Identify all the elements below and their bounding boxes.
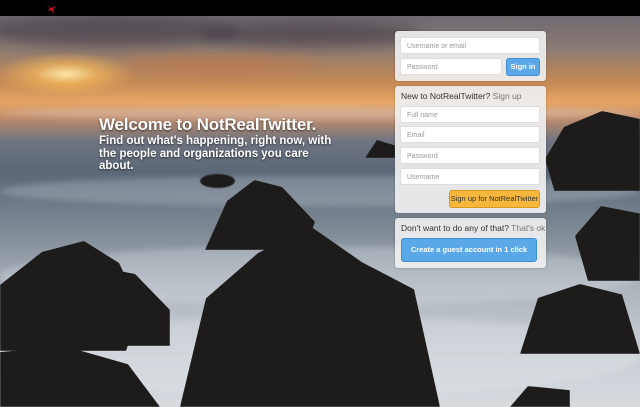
guest-heading-text: Don't want to do any of that? xyxy=(401,223,509,233)
guest-account-button[interactable]: Create a guest account in 1 click xyxy=(401,238,537,262)
bird-icon[interactable] xyxy=(44,1,58,15)
signup-heading-text: New to NotRealTwitter? xyxy=(401,91,491,101)
signup-password-input[interactable]: Password xyxy=(400,147,540,164)
signup-panel: New to NotRealTwitter? Sign up Full name… xyxy=(395,86,546,213)
welcome-block: Welcome to NotRealTwitter. Find out what… xyxy=(99,116,339,173)
guest-link[interactable]: That's ok xyxy=(511,223,545,233)
guest-heading: Don't want to do any of that? That's ok xyxy=(401,223,545,233)
signup-heading: New to NotRealTwitter? Sign up xyxy=(401,91,522,101)
password-input[interactable]: Password xyxy=(400,58,502,75)
signin-button[interactable]: Sign in xyxy=(506,58,540,76)
signup-username-input[interactable]: Username xyxy=(400,168,540,185)
signin-panel: Username or email Password Sign in xyxy=(395,31,546,81)
signup-link[interactable]: Sign up xyxy=(493,91,522,101)
username-input[interactable]: Username or email xyxy=(400,37,540,54)
fullname-input[interactable]: Full name xyxy=(400,106,540,123)
email-input[interactable]: Email xyxy=(400,126,540,143)
top-bar xyxy=(0,0,640,16)
welcome-title: Welcome to NotRealTwitter. xyxy=(99,115,317,134)
guest-panel: Don't want to do any of that? That's ok … xyxy=(395,218,546,268)
signup-button[interactable]: Sign up for NotRealTwitter xyxy=(449,190,540,208)
welcome-subtitle: Find out what's happening, right now, wi… xyxy=(99,135,332,172)
